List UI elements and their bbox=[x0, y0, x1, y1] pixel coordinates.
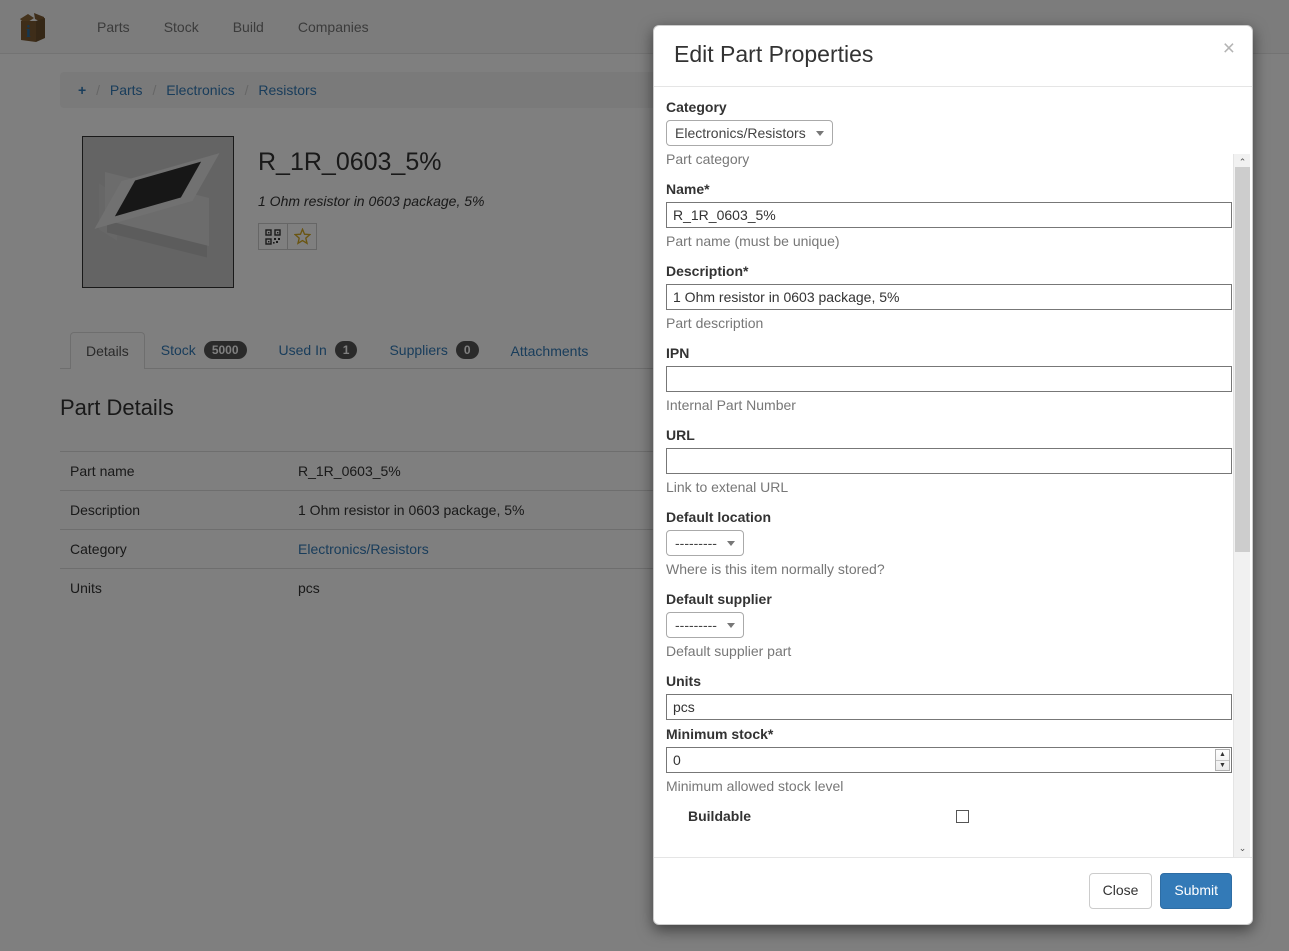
field-description: Description* Part description bbox=[666, 263, 1232, 331]
field-url: URL Link to extenal URL bbox=[666, 427, 1232, 495]
stepper-up-icon[interactable]: ▲ bbox=[1216, 750, 1229, 761]
edit-part-form: Category Electronics/Resistors Part cate… bbox=[666, 99, 1232, 857]
submit-button[interactable]: Submit bbox=[1160, 873, 1232, 909]
stepper-down-icon[interactable]: ▼ bbox=[1216, 761, 1229, 771]
description-input[interactable] bbox=[666, 284, 1232, 310]
field-label: Category bbox=[666, 99, 1232, 115]
field-label: URL bbox=[666, 427, 1232, 443]
field-units: Units bbox=[666, 673, 1232, 720]
field-help: Part category bbox=[666, 151, 1232, 167]
field-help: Minimum allowed stock level bbox=[666, 778, 1232, 794]
field-default-supplier: Default supplier --------- Default suppl… bbox=[666, 591, 1232, 659]
chevron-down-icon bbox=[816, 131, 824, 136]
field-name: Name* Part name (must be unique) bbox=[666, 181, 1232, 249]
units-input[interactable] bbox=[666, 694, 1232, 720]
field-buildable: Buildable bbox=[666, 808, 1232, 824]
name-input[interactable] bbox=[666, 202, 1232, 228]
modal-title: Edit Part Properties bbox=[674, 41, 1232, 68]
field-label: Default supplier bbox=[666, 591, 1232, 607]
default-supplier-select[interactable]: --------- bbox=[666, 612, 744, 638]
field-label: Minimum stock* bbox=[666, 726, 1232, 742]
close-icon[interactable]: × bbox=[1223, 38, 1235, 59]
field-label: Default location bbox=[666, 509, 1232, 525]
field-help: Part description bbox=[666, 315, 1232, 331]
ipn-input[interactable] bbox=[666, 366, 1232, 392]
edit-part-properties-modal: Edit Part Properties × Category Electron… bbox=[653, 25, 1253, 925]
field-label: Description* bbox=[666, 263, 1232, 279]
default-supplier-value: --------- bbox=[675, 617, 717, 633]
field-help: Link to extenal URL bbox=[666, 479, 1232, 495]
modal-footer: Close Submit bbox=[654, 857, 1252, 924]
field-default-location: Default location --------- Where is this… bbox=[666, 509, 1232, 577]
number-stepper[interactable]: ▲ ▼ bbox=[1215, 749, 1230, 771]
field-label: Name* bbox=[666, 181, 1232, 197]
field-help: Part name (must be unique) bbox=[666, 233, 1232, 249]
field-label: IPN bbox=[666, 345, 1232, 361]
scroll-down-icon[interactable]: ⌄ bbox=[1234, 840, 1251, 857]
minimum-stock-input[interactable] bbox=[666, 747, 1232, 773]
modal-scrollbar[interactable]: ⌃ ⌄ bbox=[1233, 154, 1250, 857]
modal-header: Edit Part Properties × bbox=[654, 26, 1252, 87]
field-help: Where is this item normally stored? bbox=[666, 561, 1232, 577]
buildable-checkbox[interactable] bbox=[956, 810, 969, 823]
url-input[interactable] bbox=[666, 448, 1232, 474]
modal-body: Category Electronics/Resistors Part cate… bbox=[654, 87, 1252, 857]
field-help: Internal Part Number bbox=[666, 397, 1232, 413]
close-button[interactable]: Close bbox=[1089, 873, 1153, 909]
field-minimum-stock: Minimum stock* ▲ ▼ Minimum allowed stock… bbox=[666, 726, 1232, 794]
field-ipn: IPN Internal Part Number bbox=[666, 345, 1232, 413]
field-label: Units bbox=[666, 673, 1232, 689]
field-category: Category Electronics/Resistors Part cate… bbox=[666, 99, 1232, 167]
category-select-value: Electronics/Resistors bbox=[675, 125, 806, 141]
minimum-stock-wrap: ▲ ▼ bbox=[666, 747, 1232, 773]
field-label: Buildable bbox=[688, 808, 751, 824]
default-location-select[interactable]: --------- bbox=[666, 530, 744, 556]
chevron-down-icon bbox=[727, 541, 735, 546]
scrollbar-thumb[interactable] bbox=[1235, 167, 1250, 552]
field-help: Default supplier part bbox=[666, 643, 1232, 659]
chevron-down-icon bbox=[727, 623, 735, 628]
default-location-value: --------- bbox=[675, 535, 717, 551]
category-select[interactable]: Electronics/Resistors bbox=[666, 120, 833, 146]
